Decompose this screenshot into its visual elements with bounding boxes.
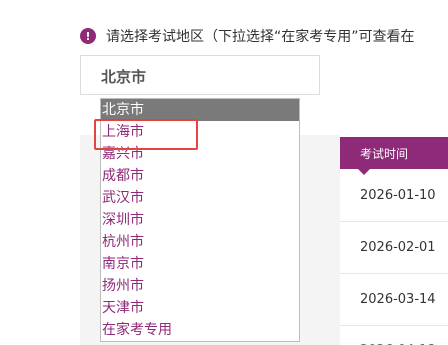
exam-date: 2026-03-14 (360, 292, 436, 307)
exam-time-table: 考试时间 2026-01-10 2026-02-01 2026-03-14 20… (340, 137, 448, 345)
exam-date: 2026-01-10 (360, 188, 436, 203)
dropdown-option-wuhan[interactable]: 武汉市 (101, 187, 299, 209)
dropdown-option-home-exam[interactable]: 在家考专用 (101, 319, 299, 341)
table-row: 2026-04-18 (340, 326, 448, 345)
dropdown-option-yangzhou[interactable]: 扬州市 (101, 275, 299, 297)
dropdown-option-chengdu[interactable]: 成都市 (101, 165, 299, 187)
exam-time-header: 考试时间 (340, 137, 448, 169)
dropdown-option-beijing[interactable]: 北京市 (101, 99, 299, 121)
region-select[interactable]: 北京市 (80, 55, 320, 95)
exam-date: 2026-02-01 (360, 240, 436, 255)
table-row: 2026-02-01 (340, 222, 448, 274)
region-notice: ! 请选择考试地区（下拉选择“在家考专用”可查看在 (80, 25, 415, 47)
dropdown-option-shenzhen[interactable]: 深圳市 (101, 209, 299, 231)
region-select-value: 北京市 (101, 68, 147, 86)
dropdown-option-nanjing[interactable]: 南京市 (101, 253, 299, 275)
dropdown-option-hangzhou[interactable]: 杭州市 (101, 231, 299, 253)
dropdown-option-tianjin[interactable]: 天津市 (101, 297, 299, 319)
notice-text: 请选择考试地区（下拉选择“在家考专用”可查看在 (106, 29, 415, 45)
page: ! 请选择考试地区（下拉选择“在家考专用”可查看在 北京市 考试时间 2026-… (0, 0, 448, 345)
table-row: 2026-01-10 (340, 170, 448, 222)
table-row: 2026-03-14 (340, 274, 448, 326)
highlight-box (94, 119, 198, 150)
exclamation-icon: ! (80, 28, 96, 44)
